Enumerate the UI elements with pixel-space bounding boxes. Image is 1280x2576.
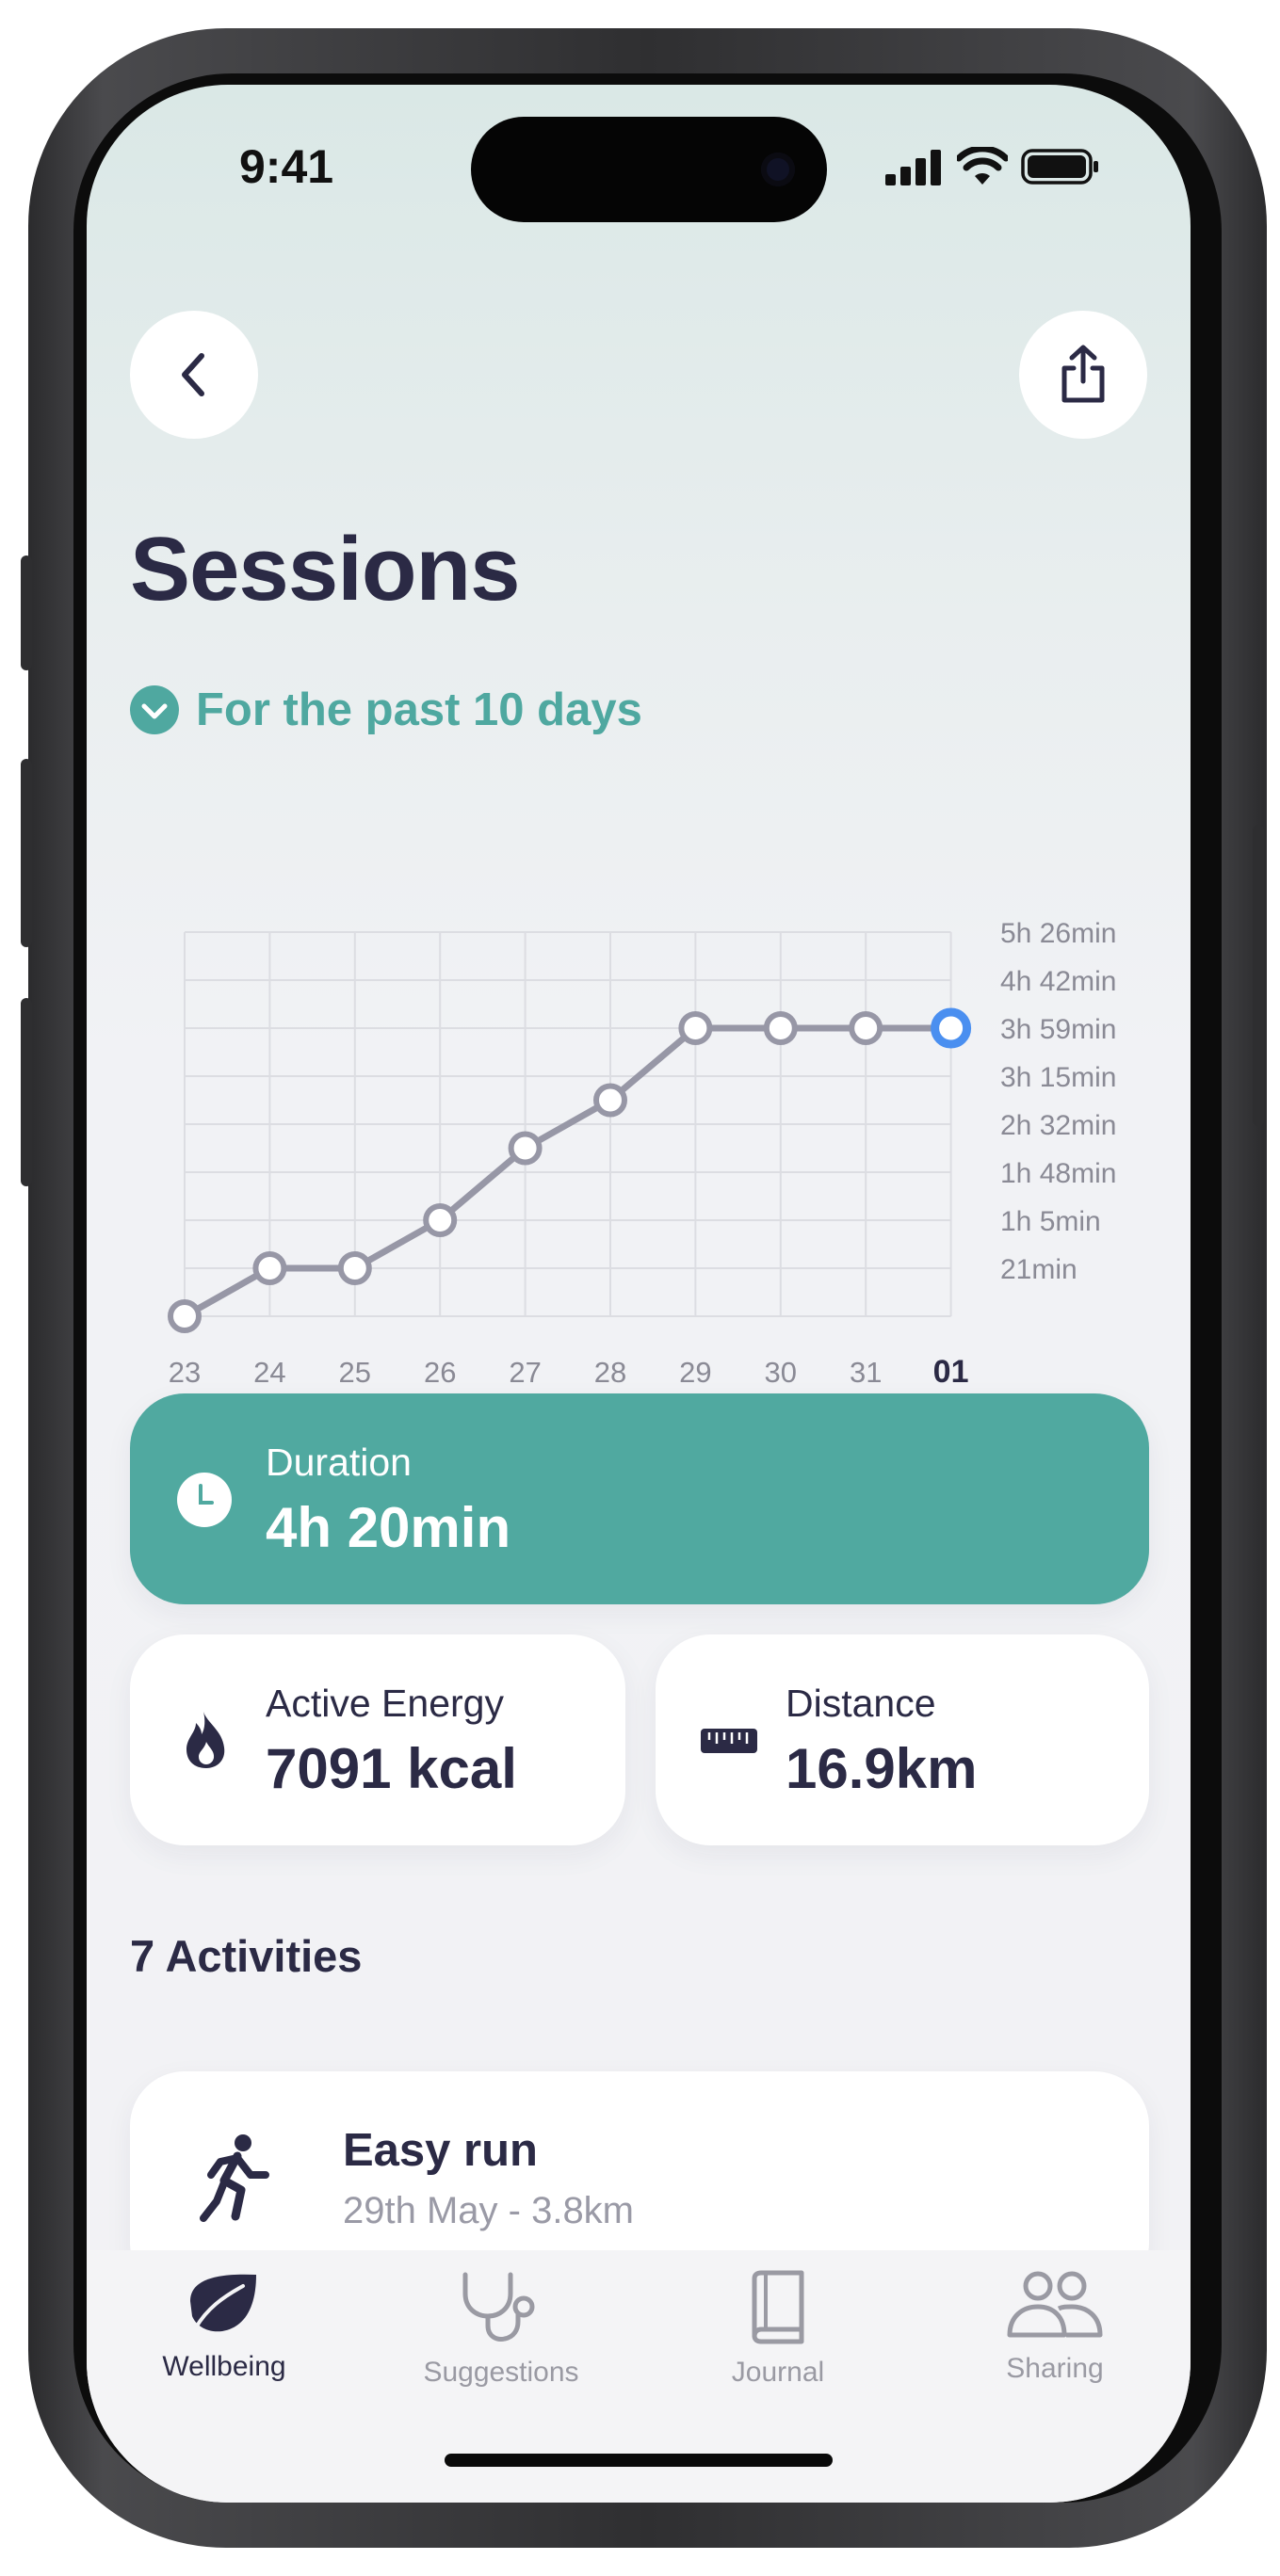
y-tick-label: 2h 32min (1000, 1110, 1116, 1141)
stethoscope-icon (462, 2272, 535, 2342)
data-point (423, 1203, 458, 1237)
data-point (849, 1011, 883, 1045)
activity-name: Easy run (343, 2125, 538, 2176)
y-tick-label: 21min (1000, 1254, 1077, 1285)
screen: 9:41 Sessions For the past 10 days 5h 26… (87, 85, 1191, 2503)
tab-label-suggestions: Suggestions (423, 2357, 579, 2388)
y-tick-label: 5h 26min (1000, 918, 1116, 949)
period-label: For the past 10 days (196, 684, 642, 735)
y-tick-label: 1h 48min (1000, 1158, 1116, 1189)
power-button (1253, 825, 1264, 1126)
clock-icon (177, 1473, 232, 1527)
home-indicator (445, 2454, 833, 2467)
activity-detail: 29th May - 3.8km (343, 2190, 635, 2231)
distance-label: Distance (786, 1682, 936, 1725)
volume-down-button (21, 998, 32, 1186)
chart-y-tick-labels: 5h 26min 4h 42min 3h 59min 3h 15min 2h 32min… (1000, 918, 1116, 1285)
chevron-left-icon (182, 353, 204, 396)
distance-value: 16.9km (786, 1737, 978, 1800)
back-button[interactable] (130, 311, 258, 439)
x-tick-day: 30 (765, 1356, 797, 1389)
flame-icon (186, 1712, 225, 1768)
status-icons (885, 147, 1100, 186)
running-icon (200, 2134, 269, 2222)
tab-suggestions[interactable]: Suggestions (379, 2269, 624, 2389)
battery-icon (1021, 149, 1098, 185)
check-circle-icon (130, 685, 179, 734)
dynamic-island (471, 117, 827, 222)
period-filter[interactable]: For the past 10 days (130, 684, 642, 736)
tab-label-sharing: Sharing (1006, 2353, 1104, 2384)
tab-label-wellbeing: Wellbeing (162, 2351, 286, 2382)
x-tick-day: 27 (509, 1356, 541, 1389)
data-point (168, 1299, 202, 1333)
active-energy-card[interactable]: Active Energy 7091 kcal (130, 1634, 625, 1845)
cellular-signal-icon (885, 150, 941, 185)
volume-up-button (21, 759, 32, 947)
duration-card[interactable]: Duration 4h 20min (130, 1393, 1149, 1604)
data-point-selected (931, 1007, 972, 1049)
x-tick-day: 28 (594, 1356, 626, 1389)
active-energy-label: Active Energy (266, 1682, 504, 1725)
tab-journal[interactable]: Journal (656, 2269, 900, 2389)
x-tick-day: 24 (253, 1356, 285, 1389)
tab-sharing[interactable]: Sharing (932, 2269, 1177, 2385)
data-point (252, 1251, 287, 1285)
people-icon (1007, 2271, 1103, 2338)
y-tick-label: 1h 5min (1000, 1206, 1101, 1237)
data-point (763, 1011, 798, 1045)
y-tick-label: 3h 59min (1000, 1014, 1116, 1045)
distance-card[interactable]: Distance 16.9km (656, 1634, 1149, 1845)
data-point (337, 1251, 372, 1285)
x-tick-day: 26 (424, 1356, 456, 1389)
x-tick-day: 31 (850, 1356, 882, 1389)
share-icon (1061, 345, 1105, 403)
leaf-icon (190, 2274, 256, 2332)
wifi-icon (957, 147, 1008, 185)
duration-label: Duration (266, 1441, 412, 1484)
data-point (593, 1083, 627, 1118)
tab-label-journal: Journal (731, 2357, 825, 2388)
camera-icon (761, 153, 795, 186)
x-tick-day: 23 (169, 1356, 201, 1389)
sessions-chart: 5h 26min 4h 42min 3h 59min 3h 15min 2h 32min… (168, 918, 1117, 1433)
duration-value: 4h 20min (266, 1496, 511, 1559)
x-tick-day: 01 (933, 1354, 969, 1390)
y-tick-label: 4h 42min (1000, 966, 1116, 997)
x-tick-day: 25 (339, 1356, 371, 1389)
ruler-icon (701, 1729, 757, 1753)
y-tick-label: 3h 15min (1000, 1062, 1116, 1093)
book-icon (752, 2270, 804, 2344)
active-energy-value: 7091 kcal (266, 1737, 517, 1800)
page-title: Sessions (130, 519, 521, 620)
share-button[interactable] (1019, 311, 1147, 439)
tab-wellbeing[interactable]: Wellbeing (102, 2269, 347, 2383)
status-time: 9:41 (239, 140, 334, 193)
x-tick-day: 29 (679, 1356, 711, 1389)
data-point (678, 1011, 713, 1045)
action-button (21, 555, 32, 670)
activities-title: 7 Activities (130, 1931, 363, 1981)
data-point (508, 1131, 543, 1166)
